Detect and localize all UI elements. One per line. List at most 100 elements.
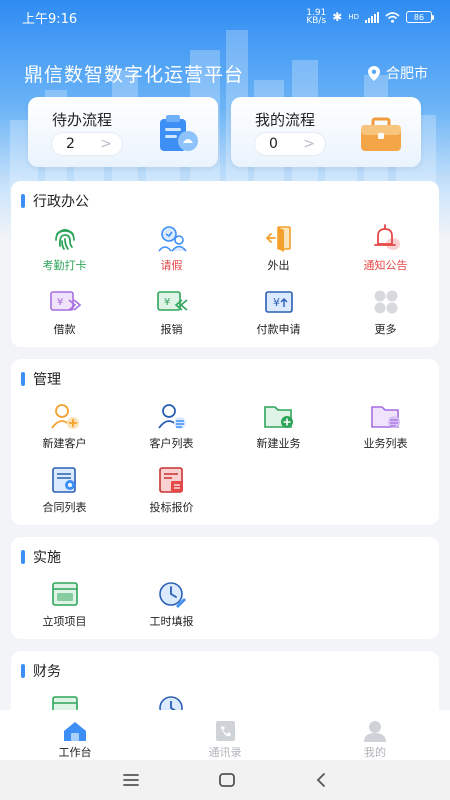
project-window-icon <box>51 582 78 606</box>
customer-list-icon <box>157 404 186 429</box>
grid-item-label: 考勤打卡 <box>42 259 87 272</box>
back-icon[interactable] <box>314 772 328 788</box>
location-label: 合肥市 <box>386 66 428 82</box>
briefcase-icon <box>361 117 401 151</box>
tab-label: 工作台 <box>58 746 92 759</box>
my-flow-count[interactable]: 0 > <box>255 133 325 155</box>
grid-item-new-business[interactable]: 新建业务 <box>225 401 332 455</box>
grid-item-attendance[interactable]: 考勤打卡 <box>11 223 118 277</box>
signal-icon <box>365 11 379 23</box>
section-manage: 管理 新建客户 客户列表 新建业务 业务列表 合同列表 投标报价 <box>11 359 439 525</box>
tab-label: 通讯录 <box>208 746 242 759</box>
section-implement-title: 实施 <box>33 550 61 566</box>
grid-item-reimburse[interactable]: ¥ 报销 <box>118 287 225 341</box>
reimburse-icon: ¥ <box>156 291 188 311</box>
section-finance-title: 财务 <box>33 664 61 680</box>
loan-icon: ¥ <box>49 291 81 311</box>
section-implement: 实施 立项项目 工时填报 <box>11 537 439 639</box>
section-admin: 行政办公 考勤打卡 请假 外出 通知公告 ¥ 借款 ¥ 报销 ¥ 付款申请 更多 <box>11 181 439 347</box>
grid-item-label: 新建业务 <box>256 437 301 450</box>
section-admin-title: 行政办公 <box>33 194 89 210</box>
todo-flow-label: 待办流程 <box>52 111 113 129</box>
grid-item-label: 投标报价 <box>149 501 194 514</box>
net-speed: 1.91 KB/s <box>306 8 327 26</box>
section-accent-bar <box>21 664 25 678</box>
bottom-tab-bar: 工作台 通讯录 我的 <box>0 710 450 760</box>
battery-icon: 86 <box>406 11 434 23</box>
location-pin-icon <box>368 65 380 81</box>
my-flow-card[interactable]: 我的流程 0 > <box>231 97 421 167</box>
chevron-right-icon: > <box>100 136 112 152</box>
grid-item-notice[interactable]: 通知公告 <box>332 223 439 277</box>
bluetooth-icon: ✱ <box>332 10 343 24</box>
grid-item-business-list[interactable]: 业务列表 <box>332 401 439 455</box>
add-customer-icon <box>50 404 79 429</box>
grid-item-more[interactable]: 更多 <box>332 287 439 341</box>
grid-item-payment[interactable]: ¥ 付款申请 <box>225 287 332 341</box>
menu-icon[interactable] <box>122 773 140 787</box>
grid-item-label: 付款申请 <box>256 323 301 336</box>
tab-contacts[interactable]: 通讯录 <box>150 710 300 760</box>
contacts-book-icon <box>216 721 235 741</box>
bid-quote-icon <box>158 467 183 493</box>
todo-flow-card[interactable]: 待办流程 2 > <box>28 97 218 167</box>
status-bar: 上午9:16 1.91 KB/s ✱ HD 86 <box>0 0 450 34</box>
payment-icon: ¥ <box>264 291 293 313</box>
fingerprint-icon <box>54 229 75 250</box>
section-implement-header: 实施 <box>21 547 61 567</box>
more-grid-icon <box>374 290 397 314</box>
grid-item-label: 请假 <box>160 259 183 272</box>
section-admin-header: 行政办公 <box>21 191 89 211</box>
svg-text:¥: ¥ <box>57 297 63 308</box>
location-selector[interactable]: 合肥市 <box>368 63 428 83</box>
svg-text:¥: ¥ <box>273 296 280 309</box>
grid-item-contract-list[interactable]: 合同列表 <box>11 465 118 519</box>
grid-item-label: 立项项目 <box>42 615 87 628</box>
svg-text:¥: ¥ <box>164 297 170 308</box>
grid-item-label: 借款 <box>53 323 76 336</box>
grid-item-label: 外出 <box>267 259 290 272</box>
section-manage-header: 管理 <box>21 369 61 389</box>
todo-flow-count[interactable]: 2 > <box>52 133 122 155</box>
grid-item-label: 客户列表 <box>149 437 194 450</box>
grid-item-label: 报销 <box>160 323 183 336</box>
people-icon <box>157 226 187 252</box>
tab-label: 我的 <box>364 746 386 759</box>
timesheet-clock-icon <box>158 582 186 608</box>
hd-label: HD <box>348 13 359 21</box>
grid-item-customer-list[interactable]: 客户列表 <box>118 401 225 455</box>
status-icons: 1.91 KB/s ✱ HD 86 <box>306 8 434 26</box>
grid-item-leave[interactable]: 请假 <box>118 223 225 277</box>
section-accent-bar <box>21 550 25 564</box>
my-flow-label: 我的流程 <box>255 111 316 129</box>
user-profile-icon <box>364 721 386 742</box>
grid-item-timesheet[interactable]: 工时填报 <box>118 579 225 633</box>
section-manage-title: 管理 <box>33 372 61 388</box>
grid-item-label: 业务列表 <box>363 437 408 450</box>
grid-item-label: 工时填报 <box>149 615 194 628</box>
folder-list-icon <box>370 406 400 428</box>
tab-me[interactable]: 我的 <box>300 710 450 760</box>
door-exit-icon <box>265 226 291 252</box>
contract-icon <box>51 467 76 493</box>
grid-item-loan[interactable]: ¥ 借款 <box>11 287 118 341</box>
section-finance-header: 财务 <box>21 661 61 681</box>
wifi-icon <box>385 11 400 23</box>
status-time: 上午9:16 <box>22 11 78 27</box>
grid-item-label: 通知公告 <box>363 259 408 272</box>
alarm-bell-icon <box>373 224 400 250</box>
add-folder-icon <box>263 406 293 428</box>
grid-item-label: 更多 <box>374 323 397 336</box>
grid-item-new-customer[interactable]: 新建客户 <box>11 401 118 455</box>
grid-item-out[interactable]: 外出 <box>225 223 332 277</box>
system-navigation-bar <box>0 760 450 800</box>
chevron-right-icon: > <box>303 136 315 152</box>
grid-item-project[interactable]: 立项项目 <box>11 579 118 633</box>
section-accent-bar <box>21 372 25 386</box>
home-icon <box>64 722 86 741</box>
home-square-icon[interactable] <box>218 772 236 788</box>
grid-item-bid-quote[interactable]: 投标报价 <box>118 465 225 519</box>
grid-item-label: 合同列表 <box>42 501 87 514</box>
section-accent-bar <box>21 194 25 208</box>
tab-workbench[interactable]: 工作台 <box>0 710 150 760</box>
